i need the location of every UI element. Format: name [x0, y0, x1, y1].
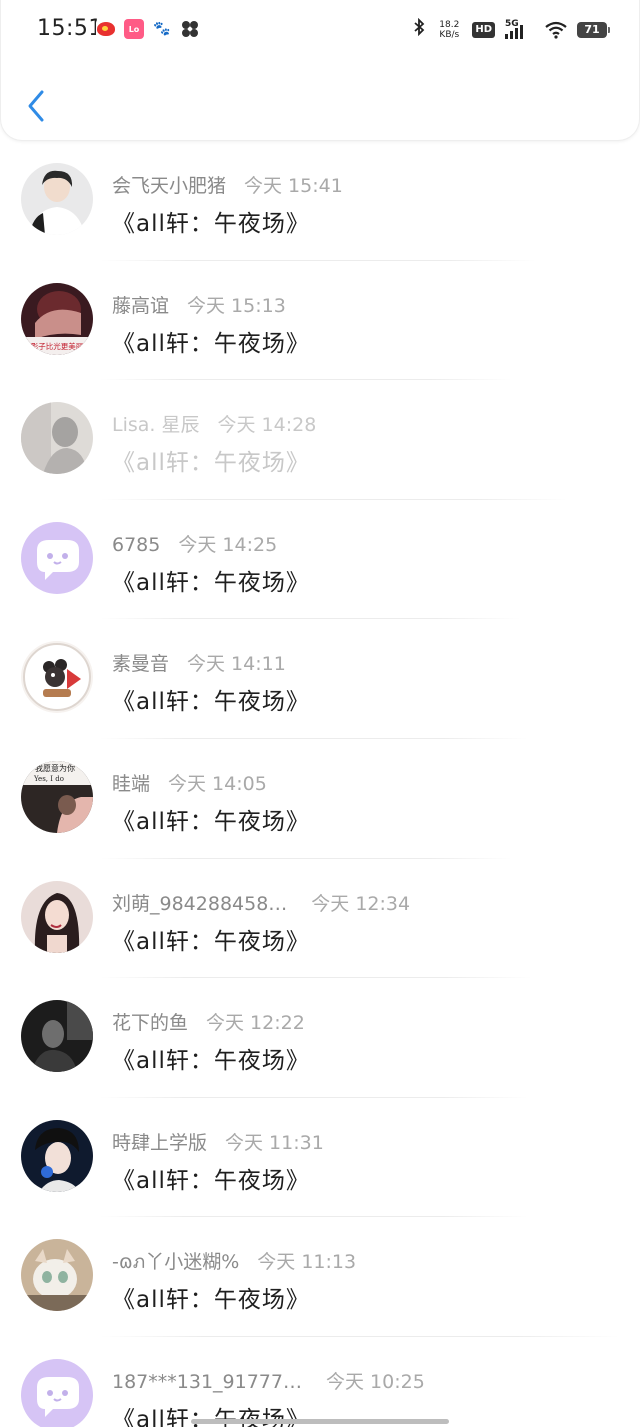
item-title: 《all轩：午夜场》	[112, 330, 310, 357]
reader-name[interactable]: Lisa. 星辰	[112, 410, 200, 437]
avatar[interactable]	[21, 880, 93, 953]
item-meta: 花下的鱼 今天 12:22	[112, 1008, 305, 1035]
back-button[interactable]	[21, 86, 51, 126]
wifi-icon	[545, 21, 567, 39]
timestamp: 今天 12:34	[311, 892, 411, 915]
item-meta: 素曼音 今天 14:11	[112, 649, 286, 676]
reader-name[interactable]: 素曼音	[112, 649, 169, 676]
weibo-icon	[96, 19, 116, 39]
list-item[interactable]: -ɷภ丫小迷糊% 今天 11:13 《all轩：午夜场》	[0, 1217, 640, 1337]
item-title: 《all轩：午夜场》	[112, 928, 310, 955]
network-speed-value: 18.2	[439, 19, 460, 30]
list-item[interactable]: 素曼音 今天 14:11 《all轩：午夜场》	[0, 619, 640, 739]
reader-name[interactable]: 藤高谊	[112, 291, 169, 318]
reader-name[interactable]: 眭端	[112, 769, 150, 796]
timestamp: 今天 10:25	[325, 1370, 425, 1393]
home-indicator[interactable]	[191, 1419, 449, 1424]
avatar[interactable]: 影子比光更美丽	[21, 282, 93, 355]
item-meta: 6785 今天 14:25	[112, 530, 277, 557]
reader-name[interactable]: 花下的鱼	[112, 1008, 188, 1035]
item-meta: 刘萌_984288458… 今天 12:34	[112, 889, 410, 916]
reader-name[interactable]: 6785	[112, 534, 160, 556]
item-meta: 眭端 今天 14:05	[112, 769, 267, 796]
avatar[interactable]	[21, 641, 93, 714]
signal-label: 5G	[505, 18, 519, 29]
timestamp: 今天 11:31	[225, 1131, 324, 1154]
item-meta: 187***131_91777… 今天 10:25	[112, 1367, 425, 1394]
avatar[interactable]	[21, 1000, 93, 1073]
avatar-caption: Yes, I do	[33, 775, 64, 783]
chevron-left-icon	[28, 90, 44, 122]
item-meta: 時肆上学版 今天 11:31	[112, 1128, 324, 1155]
item-title: 《all轩：午夜场》	[112, 1048, 310, 1075]
avatar-caption: 我愿意为你	[35, 763, 75, 773]
list-item[interactable]: 我愿意为你 Yes, I do 眭端 今天 14:05 《all轩：午夜场》	[0, 739, 640, 859]
item-title: 《all轩：午夜场》	[112, 1167, 310, 1194]
avatar[interactable]: 我愿意为你 Yes, I do	[21, 760, 93, 833]
item-title: 《all轩：午夜场》	[112, 211, 310, 237]
item-title: 《all轩：午夜场》	[112, 569, 310, 596]
signal-icon: 5G	[505, 18, 535, 39]
reader-list: 会飞天小肥猪 今天 15:41 《all轩：午夜场》 影子比光更美丽 藤高谊 今…	[0, 141, 640, 1427]
notification-icons: Lo 🐾	[96, 19, 200, 39]
list-item[interactable]: 会飞天小肥猪 今天 15:41 《all轩：午夜场》	[0, 141, 640, 261]
list-item[interactable]: 時肆上学版 今天 11:31 《all轩：午夜场》	[0, 1098, 640, 1218]
timestamp: 今天 14:05	[168, 772, 267, 795]
network-speed: 18.2 KB/s	[436, 20, 462, 40]
timestamp: 今天 12:22	[206, 1012, 305, 1035]
timestamp: 今天 14:25	[178, 533, 278, 556]
item-meta: 藤高谊 今天 15:13	[112, 291, 286, 318]
item-meta: 会飞天小肥猪 今天 15:41	[112, 171, 343, 198]
network-speed-unit: KB/s	[439, 29, 460, 40]
list-item[interactable]: 6785 今天 14:25 《all轩：午夜场》	[0, 500, 640, 620]
avatar-caption: 影子比光更美丽	[31, 341, 84, 351]
reader-name[interactable]: 刘萌_984288458…	[112, 889, 287, 916]
avatar[interactable]	[21, 402, 93, 475]
reader-name[interactable]: 時肆上学版	[112, 1128, 207, 1155]
status-bar: 15:51 Lo 🐾 18.2 KB/s HD 5G 71	[1, 0, 640, 60]
timestamp: 今天 15:13	[187, 294, 286, 317]
avatar[interactable]	[21, 1239, 93, 1312]
screen: 15:51 Lo 🐾 18.2 KB/s HD 5G 71 会飞天小肥猪 今天 …	[0, 0, 640, 1427]
battery-indicator: 71	[577, 21, 610, 38]
reader-name[interactable]: 187***131_91777…	[112, 1371, 302, 1393]
header-card: 15:51 Lo 🐾 18.2 KB/s HD 5G 71	[0, 0, 640, 141]
default-avatar[interactable]	[21, 521, 93, 594]
list-item[interactable]: 187***131_91777… 今天 10:25 《all轩：午夜场》	[0, 1337, 640, 1427]
timestamp: 今天 14:28	[217, 414, 317, 437]
reader-name[interactable]: -ɷภ丫小迷糊%	[112, 1247, 239, 1277]
timestamp: 今天 11:13	[257, 1251, 357, 1274]
item-title: 《all轩：午夜场》	[112, 450, 310, 477]
item-meta: -ɷภ丫小迷糊% 今天 11:13	[112, 1247, 356, 1277]
list-item[interactable]: Lisa. 星辰 今天 14:28 《all轩：午夜场》	[0, 380, 640, 500]
list-item[interactable]: 花下的鱼 今天 12:22 《all轩：午夜场》	[0, 978, 640, 1098]
item-title: 《all轩：午夜场》	[112, 808, 310, 835]
reader-name[interactable]: 会飞天小肥猪	[112, 171, 226, 198]
pinwheel-icon	[180, 19, 200, 39]
item-title: 《all轩：午夜场》	[112, 1287, 310, 1314]
list-item[interactable]: 刘萌_984288458… 今天 12:34 《all轩：午夜场》	[0, 859, 640, 979]
item-title: 《all轩：午夜场》	[112, 689, 310, 716]
status-indicators: 18.2 KB/s HD 5G 71	[412, 17, 610, 41]
timestamp: 今天 15:41	[244, 175, 343, 197]
baidu-icon: 🐾	[152, 19, 172, 39]
list-item[interactable]: 影子比光更美丽 藤高谊 今天 15:13 《all轩：午夜场》	[0, 261, 640, 381]
default-avatar[interactable]	[21, 1358, 93, 1427]
avatar[interactable]	[21, 163, 93, 235]
hd-badge: HD	[472, 21, 495, 38]
lofter-icon: Lo	[124, 19, 144, 39]
timestamp: 今天 14:11	[187, 653, 286, 676]
status-time: 15:51	[37, 16, 103, 41]
item-meta: Lisa. 星辰 今天 14:28	[112, 410, 316, 437]
avatar[interactable]	[21, 1119, 93, 1192]
bluetooth-icon	[412, 17, 426, 41]
